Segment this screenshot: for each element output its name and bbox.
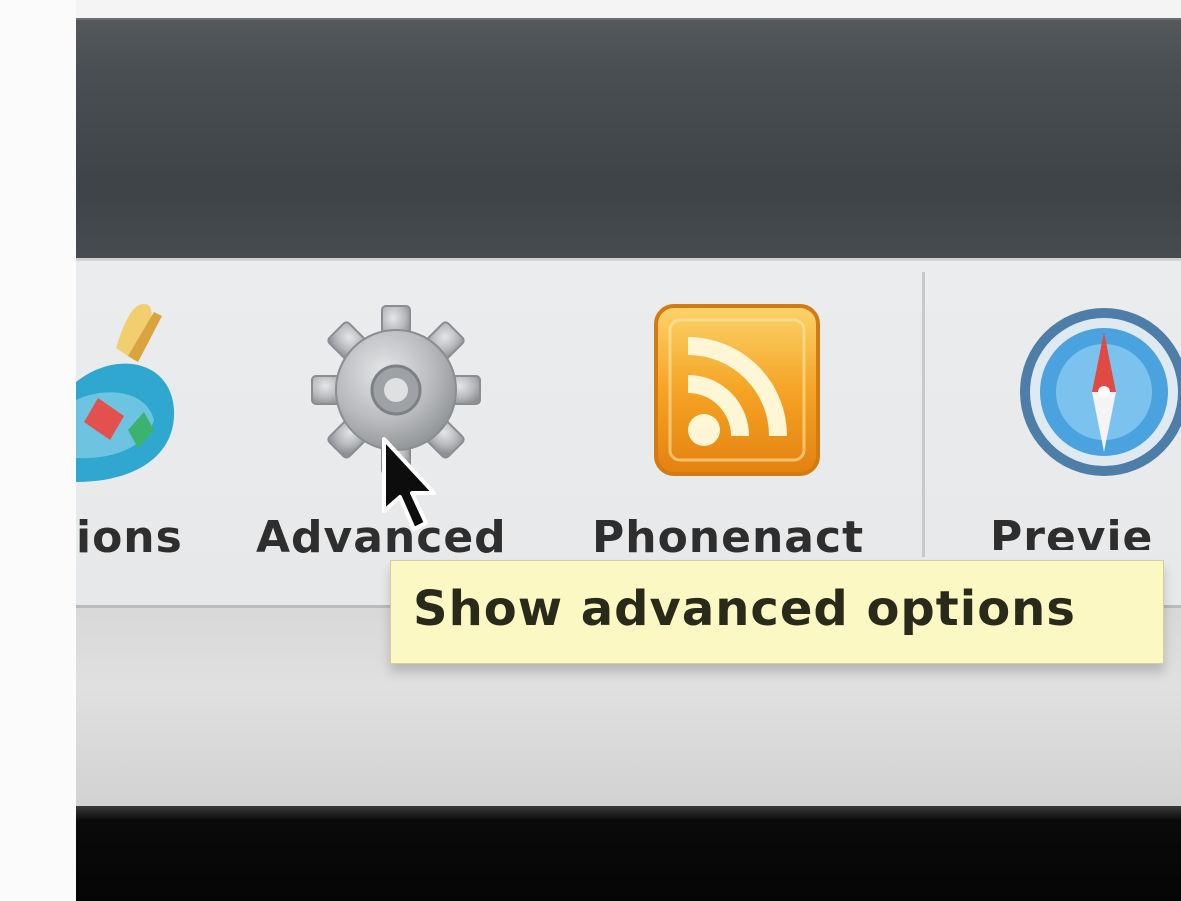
safari-compass-icon	[1020, 308, 1181, 476]
mouse-pointer-icon	[382, 437, 436, 531]
toolbar-item-rss-label: Phonenact	[592, 512, 865, 563]
toolbar-item-extensions-label: ions	[76, 512, 183, 563]
dark-background-region	[76, 806, 1181, 901]
left-margin	[0, 0, 76, 901]
toolbar-item-rss[interactable]: Phonenact	[592, 290, 892, 563]
tooltip-text: Show advanced options	[413, 581, 1076, 637]
toolbar-item-preview-label: Previe	[990, 512, 1154, 550]
toolbar-item-extensions[interactable]: ions	[76, 290, 216, 563]
window-titlebar[interactable]	[76, 18, 1181, 260]
top-margin	[76, 0, 1181, 18]
toolbar-separator	[922, 272, 925, 557]
extensions-icon	[76, 304, 175, 482]
tooltip: Show advanced options	[390, 560, 1164, 664]
toolbar-item-preview[interactable]: Previe	[990, 290, 1181, 550]
screenshot: ions Advanced Phonenact Previe Show adva…	[0, 0, 1181, 901]
rss-icon	[654, 304, 820, 476]
